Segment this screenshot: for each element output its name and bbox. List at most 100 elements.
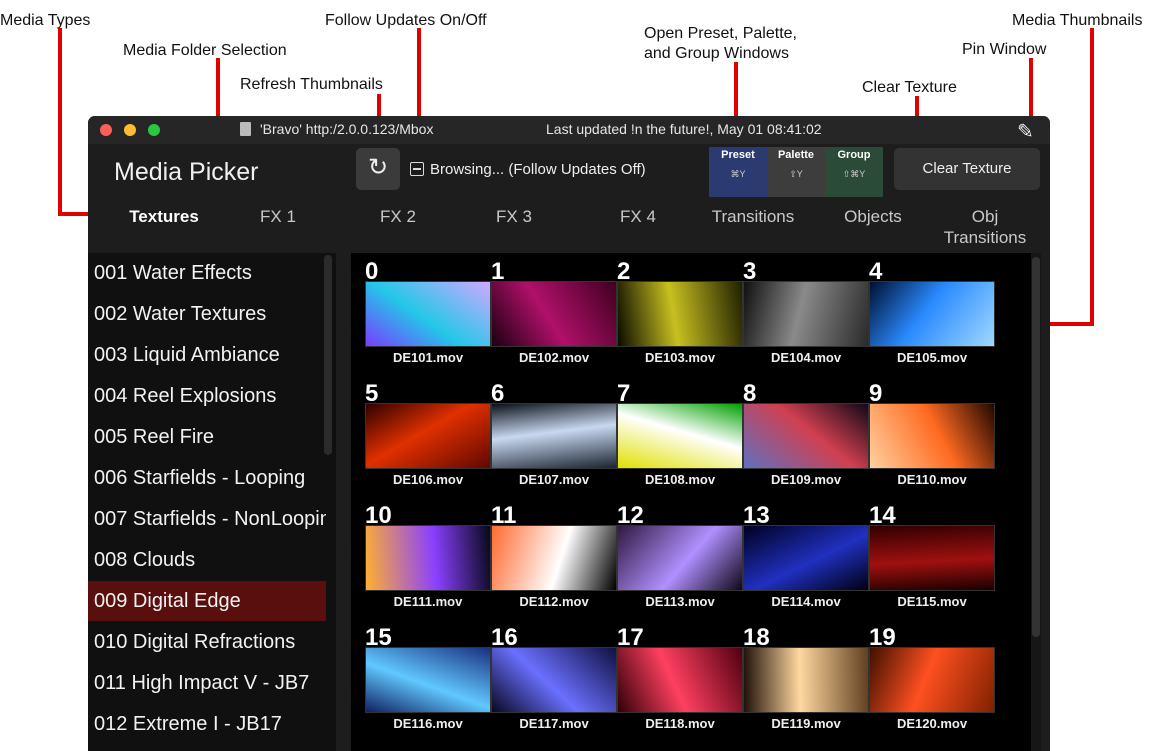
follow-updates-checkbox[interactable]	[410, 162, 424, 176]
preset-window-button[interactable]: Preset ⌘Y	[709, 147, 767, 197]
thumbnail-image[interactable]	[617, 525, 743, 591]
folder-item[interactable]: 010 Digital Refractions	[88, 622, 326, 662]
tab-fx3[interactable]: FX 3	[484, 206, 544, 227]
thumbnail-grid-scrollbar[interactable]	[1032, 257, 1040, 637]
thumbnail-image[interactable]	[617, 403, 743, 469]
thumbnail-number: 1	[491, 258, 505, 285]
media-thumbnail[interactable]: 6 DE107.mov	[491, 380, 619, 504]
media-thumbnail[interactable]: 18 DE119.mov	[743, 624, 871, 748]
thumbnail-image[interactable]	[869, 281, 995, 347]
media-thumbnail[interactable]: 2 DE103.mov	[617, 258, 745, 382]
thumbnail-image[interactable]	[365, 525, 491, 591]
annotation-media-thumbnails: Media Thumbnails	[1012, 12, 1143, 29]
pin-icon[interactable]: ✎	[1017, 119, 1034, 144]
thumbnail-image[interactable]	[365, 403, 491, 469]
thumbnail-image[interactable]	[869, 403, 995, 469]
media-thumbnail[interactable]: 15 DE116.mov	[365, 624, 493, 748]
media-thumbnail[interactable]: 12 DE113.mov	[617, 502, 745, 626]
thumbnail-number: 6	[491, 380, 505, 407]
thumbnail-number: 3	[743, 258, 757, 285]
maximize-window-button[interactable]	[148, 124, 160, 136]
folder-item[interactable]: 008 Clouds	[88, 540, 326, 580]
thumbnail-image[interactable]	[869, 525, 995, 591]
thumbnail-image[interactable]	[491, 525, 617, 591]
thumbnail-filename: DE110.mov	[897, 472, 967, 487]
media-thumbnail[interactable]: 1 DE102.mov	[491, 258, 619, 382]
media-thumbnail[interactable]: 14 DE115.mov	[869, 502, 997, 626]
thumbnail-image[interactable]	[743, 525, 869, 591]
folder-item[interactable]: 006 Starfields - Looping	[88, 458, 326, 498]
media-thumbnail[interactable]: 0 DE101.mov	[365, 258, 493, 382]
media-thumbnail[interactable]: 16 DE117.mov	[491, 624, 619, 748]
thumbnail-number: 4	[869, 258, 883, 285]
thumbnail-image[interactable]	[365, 647, 491, 713]
preset-label: Preset	[721, 149, 755, 161]
media-thumbnail[interactable]: 5 DE106.mov	[365, 380, 493, 504]
thumbnail-image[interactable]	[617, 281, 743, 347]
media-picker-window: 'Bravo' http:/2.0.0.123/Mbox Last update…	[88, 116, 1050, 751]
thumbnail-number: 15	[365, 624, 392, 651]
media-thumbnail[interactable]: 3 DE104.mov	[743, 258, 871, 382]
media-thumbnail[interactable]: 4 DE105.mov	[869, 258, 997, 382]
thumbnail-image[interactable]	[491, 647, 617, 713]
tab-fx2[interactable]: FX 2	[368, 206, 428, 227]
close-window-button[interactable]	[100, 124, 112, 136]
tab-objects[interactable]: Objects	[828, 206, 918, 227]
thumbnail-filename: DE117.mov	[519, 716, 589, 731]
folder-item[interactable]: 007 Starfields - NonLooping	[88, 499, 326, 539]
annotation-pin-window: Pin Window	[962, 41, 1047, 58]
folder-item[interactable]: 004 Reel Explosions	[88, 376, 326, 416]
annotation-clear-texture: Clear Texture	[862, 79, 957, 96]
group-shortcut: ⇧⌘Y	[842, 169, 866, 179]
folder-item[interactable]: 011 High Impact V - JB7	[88, 663, 326, 703]
thumbnail-filename: DE103.mov	[644, 350, 716, 365]
thumbnail-image[interactable]	[743, 281, 869, 347]
document-icon	[240, 122, 251, 136]
folder-item[interactable]: 003 Liquid Ambiance	[88, 335, 326, 375]
follow-updates-toggle[interactable]: Browsing... (Follow Updates Off)	[410, 161, 646, 178]
annotation-open-windows-1: Open Preset, Palette,	[644, 25, 797, 42]
media-thumbnail[interactable]: 10 DE111.mov	[365, 502, 493, 626]
folder-item[interactable]: 009 Digital Edge	[88, 581, 326, 621]
thumbnail-image[interactable]	[365, 281, 491, 347]
refresh-thumbnails-button[interactable]: ↻	[356, 148, 400, 190]
folder-item[interactable]: 002 Water Textures	[88, 294, 326, 334]
palette-window-button[interactable]: Palette ⇧Y	[767, 147, 825, 197]
media-thumbnail[interactable]: 9 DE110.mov	[869, 380, 997, 504]
last-updated-text: Last updated !n the future!, May 01 08:4…	[546, 121, 822, 137]
thumbnail-number: 19	[869, 624, 896, 651]
thumbnail-image[interactable]	[743, 403, 869, 469]
thumbnail-image[interactable]	[617, 647, 743, 713]
media-thumbnail[interactable]: 8 DE109.mov	[743, 380, 871, 504]
palette-label: Palette	[777, 149, 815, 161]
media-thumbnail[interactable]: 11 DE112.mov	[491, 502, 619, 626]
tab-transitions[interactable]: Transitions	[698, 206, 808, 227]
annotation-media-types: Media Types	[0, 12, 91, 29]
thumbnail-number: 0	[365, 258, 379, 285]
thumbnail-number: 2	[617, 258, 631, 285]
thumbnail-number: 10	[365, 502, 392, 529]
tab-fx1[interactable]: FX 1	[248, 206, 308, 227]
thumbnail-image[interactable]	[869, 647, 995, 713]
tab-obj-transitions[interactable]: Obj Transitions	[930, 206, 1040, 248]
media-thumbnail[interactable]: 7 DE108.mov	[617, 380, 745, 504]
folder-item[interactable]: 005 Reel Fire	[88, 417, 326, 457]
thumbnail-image[interactable]	[491, 281, 617, 347]
media-thumbnail[interactable]: 13 DE114.mov	[743, 502, 871, 626]
folder-item[interactable]: 012 Extreme I - JB17	[88, 704, 326, 744]
thumbnail-number: 14	[869, 502, 896, 529]
media-thumbnail[interactable]: 17 DE118.mov	[617, 624, 745, 748]
media-thumbnail[interactable]: 19 DE120.mov	[869, 624, 997, 748]
clear-texture-button[interactable]: Clear Texture	[894, 148, 1040, 190]
tab-textures[interactable]: Textures	[114, 206, 214, 227]
media-folder-list: 001 Water Effects 002 Water Textures 003 L…	[88, 253, 336, 751]
app-title: Media Picker	[114, 158, 259, 186]
thumbnail-filename: DE107.mov	[518, 472, 590, 487]
group-window-button[interactable]: Group ⇧⌘Y	[825, 147, 883, 197]
thumbnail-image[interactable]	[491, 403, 617, 469]
minimize-window-button[interactable]	[124, 124, 136, 136]
folder-item[interactable]: 001 Water Effects	[88, 253, 326, 293]
thumbnail-image[interactable]	[743, 647, 869, 713]
folder-list-scrollbar[interactable]	[324, 255, 332, 455]
tab-fx4[interactable]: FX 4	[608, 206, 668, 227]
